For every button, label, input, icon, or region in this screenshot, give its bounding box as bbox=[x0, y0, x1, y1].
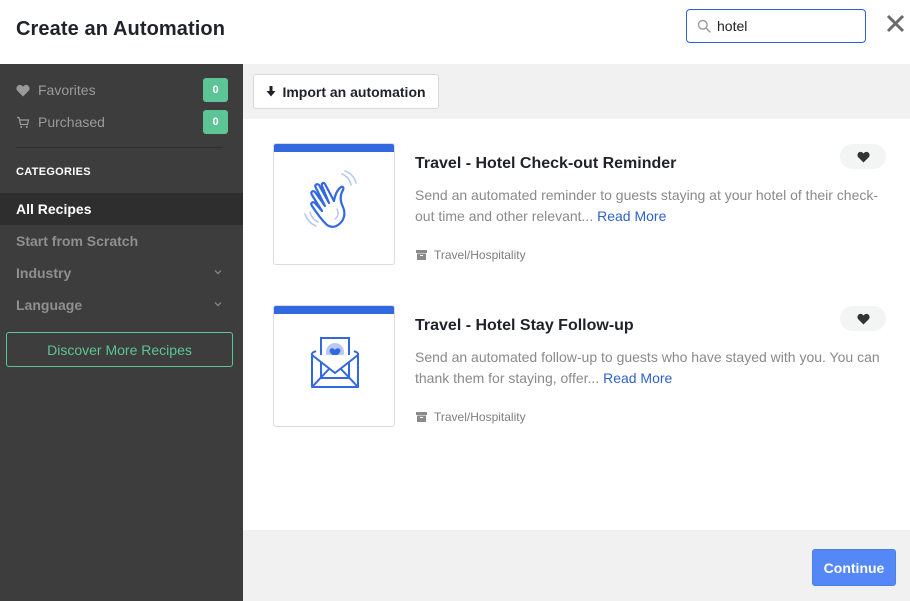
thumbnail-accent-bar bbox=[274, 144, 394, 152]
import-button-label: Import an automation bbox=[282, 83, 426, 100]
discover-more-recipes-button[interactable]: Discover More Recipes bbox=[6, 332, 233, 367]
recipe-card[interactable]: Travel - Hotel Stay Follow-up Send an au… bbox=[243, 305, 910, 430]
recipe-category: Travel/Hospitality bbox=[416, 410, 526, 424]
category-all-recipes[interactable]: All Recipes bbox=[0, 193, 243, 225]
heart-icon bbox=[856, 313, 870, 325]
continue-button[interactable]: Continue bbox=[812, 549, 896, 586]
recipe-description: Send an automated reminder to guests sta… bbox=[415, 185, 890, 227]
search-input[interactable] bbox=[717, 18, 857, 34]
read-more-link[interactable]: Read More bbox=[597, 208, 666, 224]
recipe-title[interactable]: Travel - Hotel Stay Follow-up bbox=[415, 317, 634, 335]
favorites-count-badge: 0 bbox=[203, 78, 228, 102]
category-language[interactable]: Language bbox=[0, 289, 243, 321]
category-label: Language bbox=[16, 297, 83, 313]
category-label: All Recipes bbox=[16, 201, 92, 217]
download-arrow-icon bbox=[266, 86, 276, 97]
search-field[interactable] bbox=[686, 9, 866, 43]
envelope-heart-icon bbox=[311, 337, 359, 388]
category-industry[interactable]: Industry bbox=[0, 257, 243, 289]
modal-footer: Continue bbox=[243, 530, 910, 601]
purchased-count-badge: 0 bbox=[203, 110, 228, 134]
recipe-card[interactable]: Travel - Hotel Check-out Reminder Send a… bbox=[243, 143, 910, 268]
toolbar: Import an automation bbox=[243, 64, 910, 119]
category-text: Travel/Hospitality bbox=[434, 248, 526, 262]
recipe-category: Travel/Hospitality bbox=[416, 248, 526, 262]
sidebar-item-label: Purchased bbox=[38, 114, 105, 130]
sidebar-item-label: Favorites bbox=[38, 82, 96, 98]
import-automation-button[interactable]: Import an automation bbox=[253, 74, 439, 109]
heart-icon bbox=[16, 84, 30, 96]
read-more-link[interactable]: Read More bbox=[603, 370, 672, 386]
recipe-description: Send an automated follow-up to guests wh… bbox=[415, 347, 890, 389]
chevron-down-icon bbox=[214, 270, 222, 275]
archive-box-icon bbox=[416, 250, 427, 260]
favorite-button[interactable] bbox=[840, 144, 886, 169]
category-start-from-scratch[interactable]: Start from Scratch bbox=[0, 225, 243, 257]
waving-hand-icon bbox=[304, 170, 357, 228]
recipe-title[interactable]: Travel - Hotel Check-out Reminder bbox=[415, 155, 676, 173]
favorite-button[interactable] bbox=[840, 306, 886, 331]
sidebar-item-favorites[interactable]: Favorites 0 bbox=[16, 78, 228, 102]
recipe-thumbnail bbox=[273, 143, 395, 265]
page-title: Create an Automation bbox=[16, 18, 226, 40]
category-label: Industry bbox=[16, 265, 72, 281]
recipe-thumbnail bbox=[273, 305, 395, 427]
modal-header: Create an Automation bbox=[0, 0, 910, 64]
sidebar-item-purchased[interactable]: Purchased 0 bbox=[16, 110, 228, 134]
heart-icon bbox=[856, 151, 870, 163]
close-button[interactable] bbox=[884, 12, 908, 36]
thumbnail-accent-bar bbox=[274, 306, 394, 314]
close-icon bbox=[886, 14, 905, 33]
chevron-down-icon bbox=[214, 302, 222, 307]
cart-icon bbox=[17, 116, 30, 128]
recipe-list: Travel - Hotel Check-out Reminder Send a… bbox=[243, 119, 910, 530]
categories-heading: CATEGORIES bbox=[16, 166, 91, 178]
category-label: Start from Scratch bbox=[16, 233, 139, 249]
archive-box-icon bbox=[416, 412, 427, 422]
sidebar: Favorites 0 Purchased 0 CATEGORIES All R… bbox=[0, 64, 243, 601]
sidebar-divider bbox=[16, 147, 223, 148]
category-text: Travel/Hospitality bbox=[434, 410, 526, 424]
search-icon bbox=[697, 19, 711, 33]
